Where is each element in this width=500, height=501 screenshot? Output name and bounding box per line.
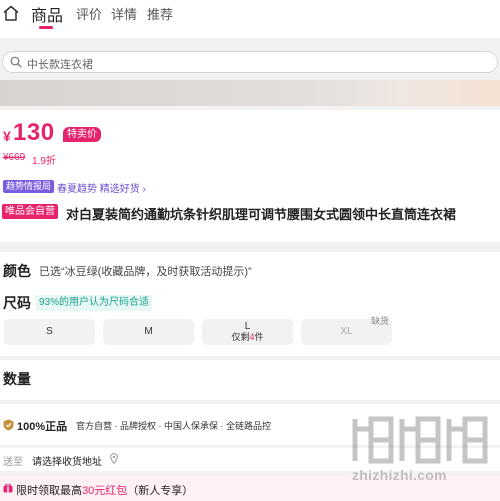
self-operated-badge: 唯品会自营 [2, 204, 58, 219]
sku-selector: 颜色 已选“冰豆绿(收藏品牌，及时获取活动提示)” 尺码 93%的用户认为尺码合… [0, 252, 500, 356]
gift-icon [3, 484, 13, 493]
tab-recommend[interactable]: 推荐 [147, 4, 173, 23]
selected-color[interactable]: 已选“冰豆绿(收藏品牌，及时获取活动提示)” [39, 263, 252, 279]
product-title: 对白夏装简约通勤坑条针织肌理可调节腰围女式圆领中长直筒连衣裙 [66, 207, 457, 222]
discount-rate: 1.9折 [32, 156, 56, 167]
home-icon[interactable] [2, 4, 20, 22]
search-input[interactable]: 中长款连衣裙 [2, 51, 498, 73]
watermark-logo [352, 416, 488, 464]
tab-product[interactable]: 商品 [31, 2, 63, 26]
search-placeholder: 中长款连衣裙 [27, 59, 93, 71]
quantity-label: 数量 [3, 371, 31, 387]
search-icon [10, 56, 22, 68]
authentic-guarantee: 100%正品 [17, 421, 68, 433]
color-label: 颜色 [3, 263, 31, 279]
sale-price-badge: 特卖价 [63, 127, 101, 142]
size-fit-hint: 93%的用户认为尺码合适 [36, 295, 153, 311]
top-nav-bar: 商品 评价 详情 推荐 [0, 0, 500, 38]
out-of-stock-badge: 缺货 [371, 316, 390, 326]
low-stock-note: 仅剩4件 [231, 332, 264, 342]
guarantee-details: 官方自营 · 品牌授权 · 中国人保承保 · 全链路品控 [76, 421, 271, 431]
shield-icon [3, 419, 14, 431]
size-option-m[interactable]: M [103, 319, 194, 345]
coupon-text: 限时领取最高30元红包（新人专享） [16, 485, 194, 497]
size-option-label: M [144, 326, 153, 337]
trend-badge[interactable]: 趋势情报局 [3, 180, 55, 193]
size-option-label: XL [340, 326, 353, 337]
tab-reviews[interactable]: 评价 [76, 4, 102, 23]
trend-link[interactable]: 春夏趋势 精选好货 › [57, 180, 146, 195]
active-tab-indicator [39, 26, 53, 29]
sale-price: 130 [13, 119, 55, 146]
ship-to-label: 送至 [3, 457, 23, 468]
location-pin-icon [110, 453, 118, 464]
size-option-label: S [46, 326, 53, 337]
watermark-text: zhizhizhi.com [352, 467, 447, 483]
size-label: 尺码 [3, 295, 31, 311]
quantity-row: 数量 [0, 360, 500, 400]
currency-symbol: ¥ [3, 128, 11, 144]
size-option-l[interactable]: L 仅剩4件 [202, 319, 293, 345]
address-value: 请选择收货地址 [32, 457, 102, 468]
size-option-s[interactable]: S [4, 319, 95, 345]
size-option-label: L [244, 321, 251, 332]
original-price: ¥669 [3, 152, 26, 163]
product-image-strip[interactable] [0, 80, 500, 106]
price-card: ¥ 130 特卖价 ¥669 1.9折 趋势情报局 春夏趋势 精选好货 › 唯品… [0, 110, 500, 242]
tab-details[interactable]: 详情 [111, 4, 137, 23]
